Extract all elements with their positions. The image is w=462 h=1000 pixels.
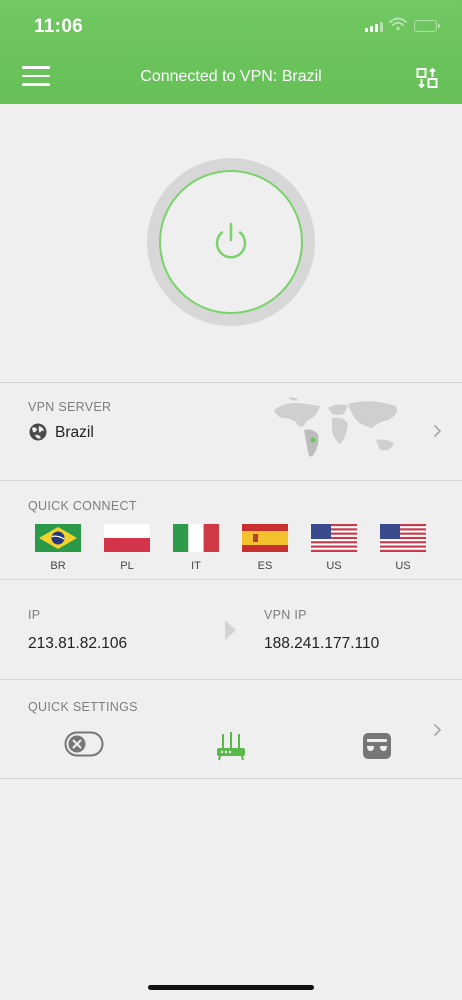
router-icon[interactable] bbox=[215, 730, 247, 762]
quick-connect-us[interactable]: US bbox=[311, 524, 357, 572]
vpn-ip-info: VPN IP 188.241.177.110 bbox=[264, 608, 379, 653]
vpn-ip-label: VPN IP bbox=[264, 608, 307, 622]
country-code: IT bbox=[191, 560, 201, 572]
status-time: 11:06 bbox=[34, 16, 84, 37]
quick-connect-us-2[interactable]: US bbox=[380, 524, 426, 572]
power-icon bbox=[215, 222, 247, 259]
country-code: BR bbox=[50, 560, 66, 572]
us-flag-icon bbox=[380, 524, 426, 552]
app-header: 11:06 Connected to VPN: Brazil bbox=[0, 0, 462, 104]
power-button[interactable] bbox=[159, 170, 303, 314]
country-code: ES bbox=[257, 560, 273, 572]
brazil-flag-icon bbox=[35, 524, 81, 552]
vpn-server-row[interactable]: VPN SERVER Brazil bbox=[0, 382, 462, 480]
vpn-server-label: VPN SERVER bbox=[28, 400, 112, 414]
kill-switch-icon[interactable] bbox=[64, 730, 104, 758]
country-code: US bbox=[395, 560, 411, 572]
spain-flag-icon bbox=[242, 524, 288, 552]
incognito-icon[interactable] bbox=[362, 732, 392, 760]
world-map-icon bbox=[274, 397, 397, 457]
battery-icon bbox=[414, 20, 440, 32]
cellular-signal-icon bbox=[365, 22, 383, 32]
home-indicator[interactable] bbox=[148, 985, 314, 990]
chevron-right-icon bbox=[433, 424, 442, 438]
ip-value: 213.81.82.106 bbox=[28, 635, 128, 652]
wifi-icon bbox=[389, 17, 407, 31]
divider bbox=[0, 579, 462, 580]
quick-connect-brazil[interactable]: BR bbox=[35, 524, 81, 572]
quick-connect-italy[interactable]: IT bbox=[173, 524, 219, 572]
quick-connect-spain[interactable]: ES bbox=[242, 524, 288, 572]
chevron-right-icon[interactable] bbox=[433, 723, 442, 737]
us-flag-icon bbox=[311, 524, 357, 552]
ip-info: IP 213.81.82.106 bbox=[28, 608, 127, 653]
power-button-ring bbox=[147, 158, 315, 326]
vpn-ip-value: 188.241.177.110 bbox=[264, 635, 380, 652]
poland-flag-icon bbox=[104, 524, 150, 552]
quick-settings-label: QUICK SETTINGS bbox=[28, 700, 138, 714]
arrow-right-icon bbox=[225, 620, 236, 640]
divider bbox=[0, 778, 462, 779]
divider bbox=[0, 480, 462, 481]
globe-icon bbox=[29, 423, 47, 441]
quick-connect-label: QUICK CONNECT bbox=[28, 499, 137, 513]
divider bbox=[0, 679, 462, 680]
vpn-server-name: Brazil bbox=[55, 424, 94, 441]
country-code: PL bbox=[120, 560, 134, 572]
connection-status-title: Connected to VPN: Brazil bbox=[140, 68, 322, 85]
italy-flag-icon bbox=[173, 524, 219, 552]
server-switch-icon[interactable] bbox=[415, 66, 439, 90]
quick-connect-poland[interactable]: PL bbox=[104, 524, 150, 572]
ip-label: IP bbox=[28, 608, 41, 622]
country-code: US bbox=[326, 560, 342, 572]
